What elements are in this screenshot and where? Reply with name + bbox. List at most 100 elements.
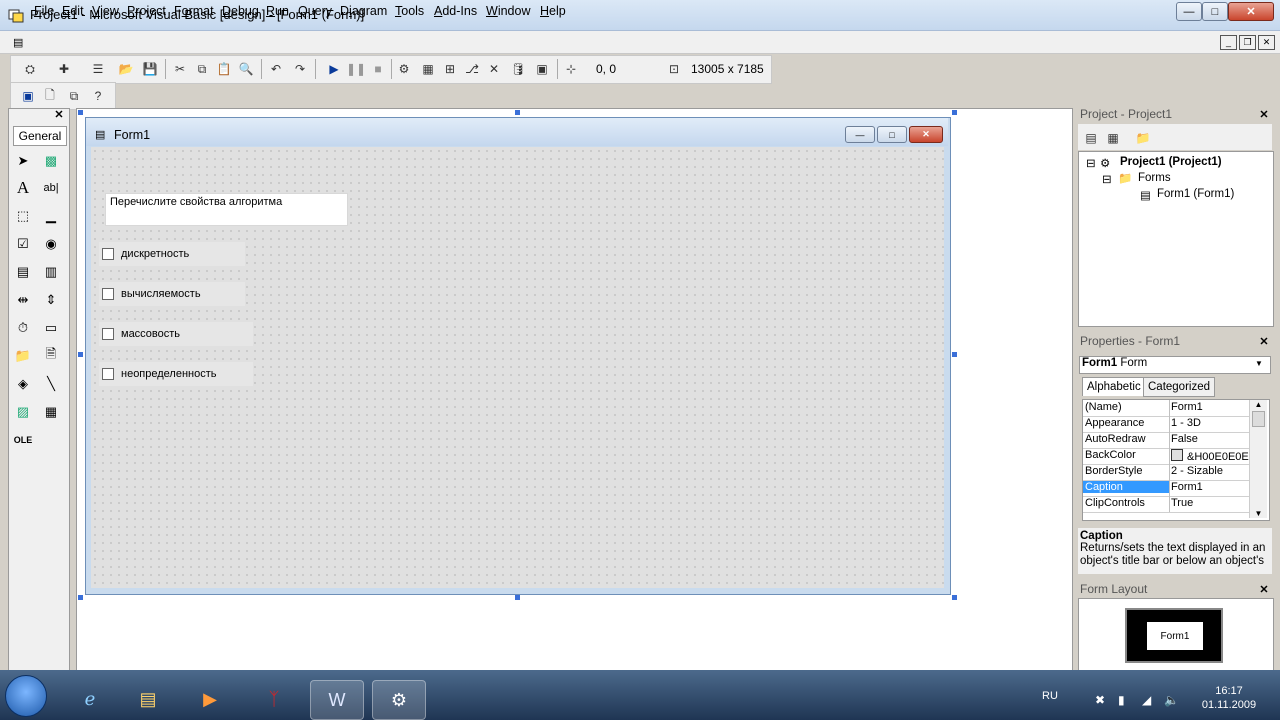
checkbox-mass-character[interactable]: массовость	[99, 322, 253, 346]
menu-item[interactable]: Add-Ins	[434, 4, 477, 18]
checkbox-box[interactable]	[102, 288, 114, 300]
checkbox-computability[interactable]: вычисляемость	[99, 282, 245, 306]
checkbox-box[interactable]	[102, 368, 114, 380]
property-value[interactable]: Form1	[1171, 481, 1249, 493]
find-icon[interactable]: 🔍	[237, 60, 255, 78]
tree-collapse-icon[interactable]: ⊟	[1102, 172, 1112, 186]
menu-item[interactable]: Help	[540, 4, 566, 18]
toolbox-close-button[interactable]: ✕	[52, 109, 66, 122]
resize-handle[interactable]	[952, 110, 957, 115]
optionbutton-tool-icon[interactable]: ◉	[40, 233, 62, 255]
menu-item[interactable]: Project	[127, 4, 166, 18]
textbox-tool-icon[interactable]: ab|	[40, 177, 62, 199]
signal-icon[interactable]: ◢	[1142, 693, 1158, 709]
tree-item-forms[interactable]: Forms	[1138, 172, 1171, 184]
mdi-restore-button[interactable]: ❐	[1239, 35, 1256, 50]
shape-tool-icon[interactable]: ◈	[12, 373, 34, 395]
form-doc-icon[interactable]: ▤	[13, 36, 23, 49]
word-icon[interactable]: W	[310, 680, 364, 720]
object-selector[interactable]: Form1 Form	[1079, 356, 1271, 374]
resize-handle[interactable]	[78, 110, 83, 115]
toolbox-tab-general[interactable]: General	[13, 126, 67, 146]
data-view-icon[interactable]: 🛢	[509, 60, 527, 78]
help-icon[interactable]: ?	[89, 87, 107, 105]
visual-component-manager-icon[interactable]: ▣	[533, 60, 551, 78]
form-minimize-button[interactable]: —	[845, 126, 875, 143]
add-project-icon[interactable]: ⛭	[21, 60, 39, 78]
tab-alphabetic[interactable]: Alphabetic	[1082, 377, 1146, 396]
redo-icon[interactable]: ↷	[291, 60, 309, 78]
language-indicator[interactable]: RU	[1042, 690, 1058, 702]
paste-icon[interactable]: 📋	[215, 60, 233, 78]
object-browser-icon[interactable]: ⎇	[463, 60, 481, 78]
menu-item[interactable]: Diagram	[340, 4, 387, 18]
image-tool-icon[interactable]: ▨	[12, 401, 34, 423]
save-project-icon[interactable]: 💾	[141, 60, 159, 78]
checkbox-box[interactable]	[102, 248, 114, 260]
project-explorer-icon[interactable]: ⚙	[395, 60, 413, 78]
menu-item[interactable]: Query	[298, 4, 332, 18]
minimize-button[interactable]: —	[1176, 2, 1202, 21]
properties-panel-close-button[interactable]: ✕	[1257, 336, 1271, 349]
label-tool-icon[interactable]: A	[12, 177, 34, 199]
power-icon[interactable]: ▮	[1118, 693, 1134, 709]
view-code-icon[interactable]: 🗋	[41, 87, 59, 105]
menu-item[interactable]: Tools	[395, 4, 424, 18]
view-code-icon[interactable]: ▤	[1082, 129, 1100, 147]
line-tool-icon[interactable]: ╲	[40, 373, 62, 395]
question-label[interactable]: Перечислите свойства алгоритма	[105, 193, 348, 226]
tree-item-project[interactable]: Project1 (Project1)	[1120, 156, 1222, 168]
property-value[interactable]: 2 - Sizable	[1171, 465, 1249, 477]
break-icon[interactable]: ❚❚	[346, 60, 366, 78]
property-value[interactable]: &H00E0E0E0&	[1171, 449, 1249, 463]
listbox-tool-icon[interactable]: ▥	[40, 261, 62, 283]
property-value[interactable]: 1 - 3D	[1171, 417, 1249, 429]
combobox-tool-icon[interactable]: ▤	[12, 261, 34, 283]
menu-item[interactable]: View	[92, 4, 119, 18]
property-row[interactable]: Caption Form1	[1083, 480, 1250, 497]
mdi-close-button[interactable]: ✕	[1258, 35, 1275, 50]
picturebox-tool-icon[interactable]: ▩	[40, 150, 62, 172]
resize-handle[interactable]	[952, 595, 957, 600]
end-icon[interactable]: ■	[369, 60, 387, 78]
checkbox-indeterminacy[interactable]: неопределенность	[99, 362, 253, 386]
data-tool-icon[interactable]: ▦	[40, 401, 62, 423]
property-row[interactable]: ClipControls True	[1083, 496, 1250, 513]
property-value[interactable]: Form1	[1171, 401, 1249, 413]
view-object-icon[interactable]: ▣	[19, 87, 37, 105]
ole-tool-icon[interactable]: OLE	[12, 429, 34, 451]
toolbox-icon[interactable]: ✕	[485, 60, 503, 78]
menu-editor-icon[interactable]: ☰	[89, 60, 107, 78]
property-row[interactable]: AutoRedraw False	[1083, 432, 1250, 449]
menu-item[interactable]: Run	[266, 4, 289, 18]
property-value[interactable]: False	[1171, 433, 1249, 445]
start-button[interactable]	[5, 675, 47, 717]
game-icon[interactable]: ᛉ	[248, 680, 300, 718]
maximize-button[interactable]: □	[1202, 2, 1228, 21]
resize-handle[interactable]	[952, 352, 957, 357]
ie-icon[interactable]: ℯ	[64, 680, 116, 718]
add-form-icon[interactable]: ✚	[55, 60, 73, 78]
resize-handle[interactable]	[78, 595, 83, 600]
vscrollbar-tool-icon[interactable]: ⇕	[40, 289, 62, 311]
vb-taskbar-icon[interactable]: ⚙	[372, 680, 426, 720]
toggle-folders-icon[interactable]: ⧉	[65, 87, 83, 105]
chevron-down-icon[interactable]: ▼	[1252, 357, 1266, 371]
tree-item-form1[interactable]: Form1 (Form1)	[1157, 188, 1234, 200]
cut-icon[interactable]: ✂	[171, 60, 189, 78]
commandbutton-tool-icon[interactable]: ▁	[40, 205, 62, 227]
toggle-folders-icon[interactable]: 📁	[1134, 129, 1152, 147]
menu-item[interactable]: Format	[174, 4, 214, 18]
property-row[interactable]: BorderStyle 2 - Sizable	[1083, 464, 1250, 481]
form-layout-icon[interactable]: ⊞	[441, 60, 459, 78]
timer-tool-icon[interactable]: ⏱	[12, 317, 34, 339]
clock[interactable]: 16:17 01.11.2009	[1199, 685, 1259, 711]
property-row[interactable]: (Name) Form1	[1083, 400, 1250, 417]
view-object-icon[interactable]: ▦	[1104, 129, 1122, 147]
menu-item[interactable]: File	[34, 4, 54, 18]
open-project-icon[interactable]: 📂	[117, 60, 135, 78]
network-icon[interactable]: ✖	[1095, 693, 1111, 709]
form-titlebar[interactable]	[86, 118, 948, 146]
explorer-icon[interactable]: ▤	[122, 680, 174, 718]
layout-panel-close-button[interactable]: ✕	[1257, 584, 1271, 597]
